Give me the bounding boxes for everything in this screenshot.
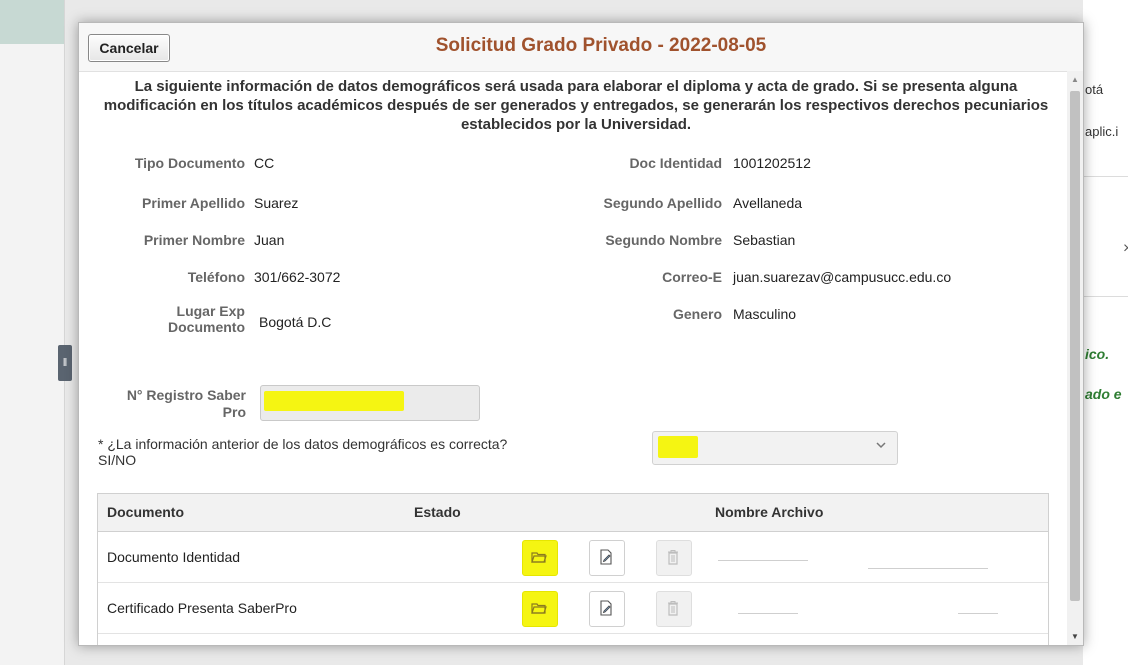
side-panel-handle[interactable]: ‖ — [58, 345, 72, 381]
open-file-button[interactable] — [522, 591, 558, 627]
background-right-panel: otá aplic.i × ico. ado e — [1083, 0, 1128, 665]
header-documento: Documento — [107, 504, 184, 520]
delete-file-button[interactable] — [656, 591, 692, 627]
required-mark: * — [98, 436, 104, 452]
correo-label: Correo-E — [662, 269, 722, 285]
segundo-apellido-label: Segundo Apellido — [603, 195, 722, 211]
trash-icon — [668, 601, 678, 616]
doc-identidad-value: 1001202512 — [733, 155, 811, 171]
background-close-icon: × — [1123, 240, 1128, 257]
demographics-confirm-question: * ¿La información anterior de los datos … — [98, 436, 518, 468]
background-left-header — [0, 0, 64, 44]
folder-open-icon — [531, 552, 547, 563]
documents-table: Documento Estado Nombre Archivo Document… — [97, 493, 1049, 645]
tipo-documento-value: CC — [254, 155, 275, 171]
redacted-filename — [718, 560, 808, 561]
redacted-filename — [868, 568, 988, 569]
tipo-documento-label: Tipo Documento — [134, 155, 245, 171]
telefono-value: 301/662-3072 — [254, 269, 341, 285]
saber-pro-label-line2: Pro — [222, 404, 246, 420]
lugar-exp-label: Lugar Exp Documento — [79, 303, 245, 335]
redaction-highlight — [658, 436, 698, 458]
dialog-header: Cancelar Solicitud Grado Privado - 2022-… — [79, 23, 1083, 72]
chevron-down-icon — [875, 438, 887, 454]
solicitud-dialog: Cancelar Solicitud Grado Privado - 2022-… — [78, 22, 1084, 646]
table-row: Certificado Presenta SaberPro — [98, 583, 1048, 634]
confirm-select[interactable] — [652, 431, 898, 465]
demographics-notice: La siguiente información de datos demogr… — [103, 78, 1049, 133]
redaction-highlight — [264, 391, 404, 411]
background-text: ado e — [1085, 386, 1122, 402]
primer-nombre-value: Juan — [254, 232, 285, 248]
dialog-scrollbar[interactable]: ▲ ▼ — [1067, 71, 1083, 645]
lugar-exp-label-line2: Documento — [168, 319, 245, 335]
segundo-apellido-value: Avellaneda — [733, 195, 803, 211]
edit-file-button[interactable] — [589, 591, 625, 627]
background-text: aplic.i — [1085, 124, 1119, 139]
row-documento: Documento Identidad — [107, 549, 241, 565]
dialog-title: Solicitud Grado Privado - 2022-08-05 — [435, 35, 767, 56]
saber-pro-label: N° Registro Saber Pro — [79, 387, 246, 421]
doc-identidad-label: Doc Identidad — [629, 155, 722, 171]
redacted-filename — [958, 613, 998, 614]
segundo-nombre-value: Sebastian — [733, 232, 796, 248]
dialog-content: La siguiente información de datos demogr… — [79, 71, 1067, 645]
segundo-nombre-label: Segundo Nombre — [605, 232, 722, 248]
background-divider — [1083, 176, 1128, 177]
row-documento: Certificado Presenta SaberPro — [107, 600, 297, 616]
background-divider — [1083, 296, 1128, 297]
folder-open-icon — [531, 603, 547, 614]
correo-value: juan.suarezav@campusucc.edu.co — [733, 269, 952, 285]
delete-file-button[interactable] — [656, 540, 692, 576]
background-text: otá — [1085, 82, 1104, 97]
edit-file-button[interactable] — [589, 540, 625, 576]
header-nombre-archivo: Nombre Archivo — [715, 504, 824, 520]
genero-value: Masculino — [733, 306, 797, 322]
scroll-down-icon[interactable]: ▼ — [1071, 632, 1079, 641]
scroll-up-icon[interactable]: ▲ — [1071, 75, 1079, 84]
table-row: Documento Identidad — [98, 532, 1048, 583]
background-left-panel — [0, 0, 65, 665]
lugar-exp-value: Bogotá D.C — [259, 314, 332, 330]
telefono-label: Teléfono — [187, 269, 245, 285]
redacted-filename — [738, 613, 798, 614]
header-estado: Estado — [414, 504, 461, 520]
document-edit-icon — [600, 600, 612, 616]
background-text: ico. — [1085, 346, 1110, 362]
open-file-button[interactable] — [522, 540, 558, 576]
genero-label: Genero — [672, 306, 722, 322]
saber-pro-label-line1: N° Registro Saber — [126, 387, 246, 403]
primer-apellido-value: Suarez — [254, 195, 299, 211]
saber-pro-input[interactable] — [260, 385, 480, 421]
table-header: Documento Estado Nombre Archivo — [98, 494, 1048, 532]
lugar-exp-label-line1: Lugar Exp — [176, 303, 245, 319]
primer-nombre-label: Primer Nombre — [143, 232, 245, 248]
document-edit-icon — [600, 549, 612, 565]
scrollbar-thumb[interactable] — [1070, 91, 1080, 601]
trash-icon — [668, 550, 678, 565]
question-text: ¿La información anterior de los datos de… — [98, 436, 508, 468]
primer-apellido-label: Primer Apellido — [142, 195, 245, 211]
